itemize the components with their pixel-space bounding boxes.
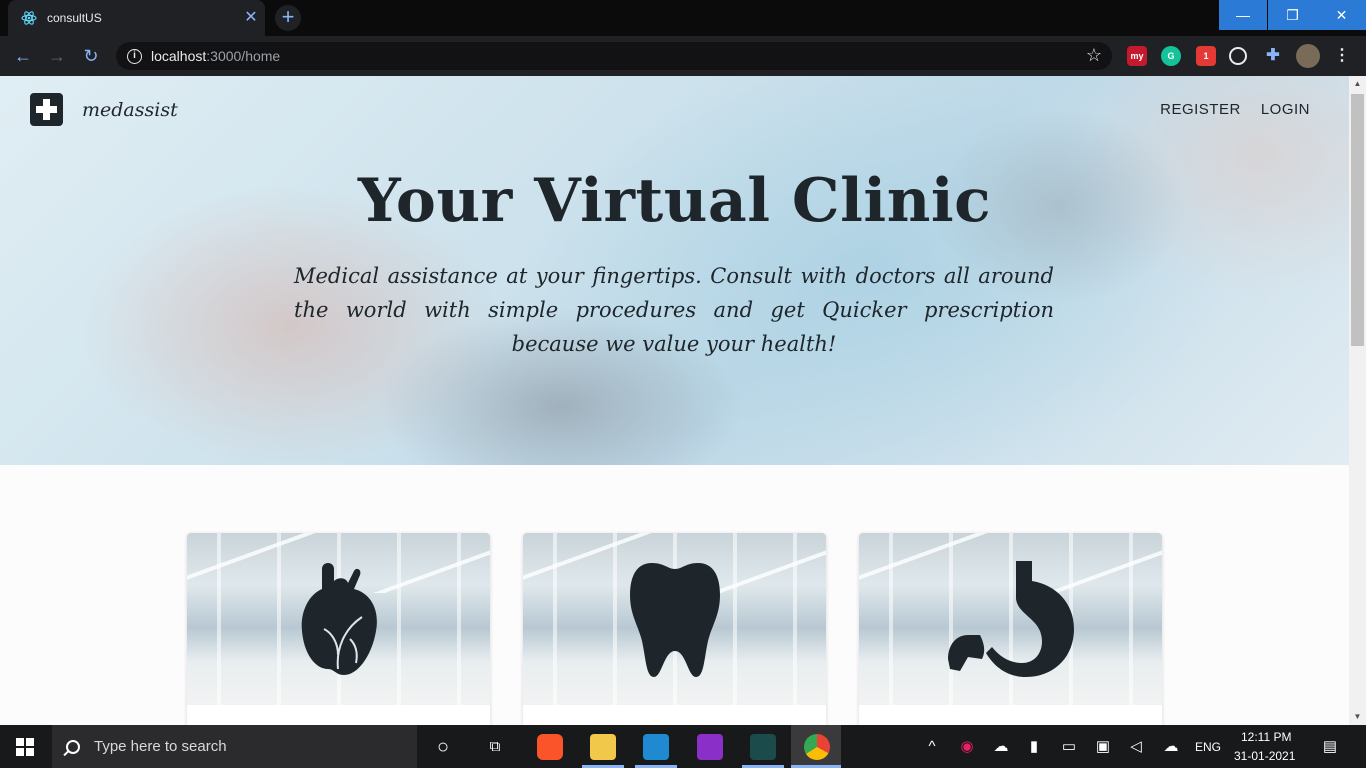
card-dental[interactable] [523, 533, 826, 725]
brave-browser-icon[interactable] [537, 734, 563, 760]
microphone-icon[interactable]: ▮ [1022, 735, 1046, 759]
card-image [523, 533, 826, 705]
onedrive-icon[interactable]: ☁ [989, 735, 1013, 759]
bookmark-star-icon[interactable]: ☆ [1086, 45, 1102, 66]
puzzle-extensions-icon[interactable]: ✚ [1263, 46, 1283, 66]
card-image [859, 533, 1162, 705]
specialty-cards [187, 533, 1162, 725]
terminal-app-icon[interactable] [750, 734, 776, 760]
forward-arrow-icon[interactable]: → [45, 44, 69, 68]
hero-section: medassist REGISTER LOGIN Your Virtual Cl… [0, 76, 1349, 465]
top-nav: REGISTER LOGIN [1160, 101, 1310, 118]
browser-toolbar: ← → ↻ i localhost:3000/home ☆ my G 1 ✚ ⋮ [0, 36, 1366, 76]
close-window-button[interactable]: ✕ [1317, 0, 1366, 30]
menu-kebab-icon[interactable]: ⋮ [1332, 46, 1352, 66]
battery-icon[interactable]: ▭ [1057, 735, 1081, 759]
extension-badge-icon[interactable]: 1 [1196, 46, 1216, 66]
react-icon [20, 9, 38, 27]
tab-title: consultUS [47, 11, 102, 25]
card-gastroenterology[interactable] [859, 533, 1162, 725]
vscode-icon[interactable] [643, 734, 669, 760]
hero-subtitle: Medical assistance at your fingertips. C… [294, 264, 1054, 356]
card-image [187, 533, 490, 705]
restore-button[interactable]: ❐ [1268, 0, 1317, 30]
browser-tab-bar: consultUS ✕ + — ❐ ✕ [0, 0, 1366, 36]
task-view-icon[interactable]: ⧉ [483, 735, 507, 759]
profile-avatar[interactable] [1296, 44, 1320, 68]
heart-icon [301, 563, 377, 675]
hero-title: Your Virtual Clinic [357, 166, 992, 236]
desktop-screen: consultUS ✕ + — ❐ ✕ ← → ↻ i localhost:30… [0, 0, 1366, 768]
info-icon[interactable]: i [127, 48, 142, 64]
cortana-icon[interactable]: ○ [431, 735, 455, 759]
medical-cross-icon [30, 93, 63, 126]
network-icon[interactable]: ▣ [1091, 735, 1115, 759]
tray-chevron-up-icon[interactable]: ^ [920, 735, 944, 759]
register-link[interactable]: REGISTER [1160, 101, 1241, 118]
clock-time[interactable]: 12:11 PM [1241, 730, 1291, 744]
cloud-upload-icon[interactable]: ☁ [1159, 735, 1183, 759]
url-path: :3000/home [206, 48, 281, 64]
target-extension-icon[interactable] [1229, 47, 1247, 65]
windows-taskbar: Type here to search ○ ⧉ ^ ◉ ☁ ▮ ▭ ▣ ◁ ☁ … [0, 725, 1366, 768]
scroll-thumb[interactable] [1351, 94, 1364, 346]
search-placeholder: Type here to search [94, 738, 227, 755]
minimize-button[interactable]: — [1219, 0, 1267, 30]
page-scrollbar[interactable]: ▲ ▼ [1349, 76, 1366, 725]
search-icon [66, 739, 80, 754]
onenote-icon[interactable] [697, 734, 723, 760]
taskbar-search[interactable]: Type here to search [52, 725, 417, 768]
card-cardiology[interactable] [187, 533, 490, 725]
address-bar[interactable]: i localhost:3000/home ☆ [116, 42, 1112, 70]
url-host: localhost [151, 48, 207, 64]
new-tab-button[interactable]: + [275, 5, 301, 31]
brand-name: medassist [82, 98, 178, 121]
grammarly-icon[interactable]: G [1161, 46, 1181, 66]
volume-icon[interactable]: ◁ [1124, 735, 1148, 759]
record-tray-icon[interactable]: ◉ [955, 735, 979, 759]
scroll-up-icon[interactable]: ▲ [1349, 76, 1366, 92]
my-extension-icon[interactable]: my [1127, 46, 1147, 66]
brand[interactable]: medassist [30, 93, 178, 126]
browser-tab[interactable]: consultUS ✕ [8, 0, 265, 36]
chrome-icon[interactable] [804, 734, 830, 760]
language-indicator[interactable]: ENG [1195, 740, 1221, 754]
clock-date[interactable]: 31-01-2021 [1234, 749, 1295, 763]
stomach-icon [947, 561, 1074, 677]
notifications-icon[interactable]: ▤ [1318, 735, 1342, 759]
back-arrow-icon[interactable]: ← [11, 44, 35, 68]
scroll-down-icon[interactable]: ▼ [1349, 709, 1366, 725]
login-link[interactable]: LOGIN [1261, 101, 1310, 118]
page-viewport: medassist REGISTER LOGIN Your Virtual Cl… [0, 76, 1349, 725]
tab-close-icon[interactable]: ✕ [237, 0, 265, 36]
file-explorer-icon[interactable] [590, 734, 616, 760]
tooth-icon [629, 563, 720, 677]
windows-start-icon[interactable] [16, 738, 34, 756]
reload-icon[interactable]: ↻ [79, 44, 103, 68]
